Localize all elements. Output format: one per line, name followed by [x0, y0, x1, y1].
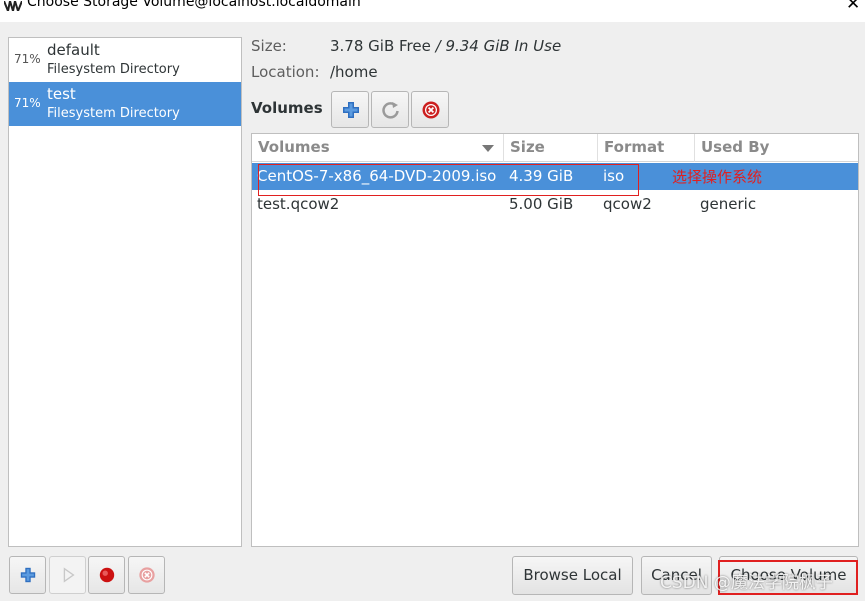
- refresh-icon: [382, 102, 399, 119]
- window-title: Choose Storage Volume@localhost.localdom…: [27, 0, 361, 10]
- size-free: 3.78 GiB Free: [330, 37, 431, 55]
- volume-used-by: generic: [700, 195, 757, 213]
- column-header-format[interactable]: Format: [598, 134, 695, 162]
- annotation-text: 选择操作系统: [672, 168, 763, 186]
- location-value: /home: [330, 63, 378, 81]
- annotation-highlight-box: [258, 164, 639, 196]
- close-icon[interactable]: ✕: [846, 0, 860, 14]
- add-pool-button[interactable]: [9, 556, 46, 594]
- column-header-volumes[interactable]: Volumes: [252, 134, 504, 162]
- plus-icon: [343, 102, 359, 118]
- volumes-label: Volumes: [251, 99, 323, 117]
- sort-descending-icon: [482, 145, 494, 152]
- size-label: Size:: [251, 37, 287, 55]
- pool-item-test[interactable]: 71% test Filesystem Directory: [9, 82, 241, 126]
- column-title: Volumes: [258, 138, 330, 156]
- play-icon: [63, 567, 75, 583]
- delete-volume-button[interactable]: [411, 91, 449, 128]
- record-stop-icon: [99, 567, 115, 583]
- pool-usage-percent: 71%: [14, 96, 41, 110]
- start-pool-button[interactable]: [49, 556, 86, 594]
- size-value: 3.78 GiB Free / 9.34 GiB In Use: [330, 37, 561, 55]
- title-bar: Choose Storage Volume@localhost.localdom…: [0, 0, 865, 22]
- table-header: Volumes Size Format Used By: [252, 134, 858, 162]
- size-in-use: 9.34 GiB In Use: [445, 37, 562, 55]
- size-separator: /: [430, 37, 446, 55]
- add-volume-button[interactable]: [331, 91, 369, 128]
- pool-type: Filesystem Directory: [47, 62, 180, 77]
- refresh-volumes-button[interactable]: [371, 91, 409, 128]
- browse-local-button[interactable]: Browse Local: [512, 556, 633, 595]
- column-header-used-by[interactable]: Used By: [695, 134, 858, 162]
- stop-pool-button[interactable]: [88, 556, 125, 594]
- plus-icon: [20, 567, 36, 583]
- pool-type: Filesystem Directory: [47, 106, 180, 121]
- delete-pool-button[interactable]: [128, 556, 165, 594]
- location-label: Location:: [251, 63, 320, 81]
- pool-name: default: [47, 41, 100, 59]
- column-header-size[interactable]: Size: [504, 134, 598, 162]
- watermark: CSDN @魔法学院枫子: [660, 573, 833, 593]
- storage-pool-list[interactable]: 71% default Filesystem Directory 71% tes…: [8, 37, 242, 547]
- virt-manager-icon: [4, 1, 22, 11]
- pool-usage-percent: 71%: [14, 52, 41, 66]
- delete-icon: [422, 101, 440, 119]
- pool-name: test: [47, 85, 76, 103]
- pool-item-default[interactable]: 71% default Filesystem Directory: [9, 38, 241, 82]
- delete-icon: [139, 567, 155, 583]
